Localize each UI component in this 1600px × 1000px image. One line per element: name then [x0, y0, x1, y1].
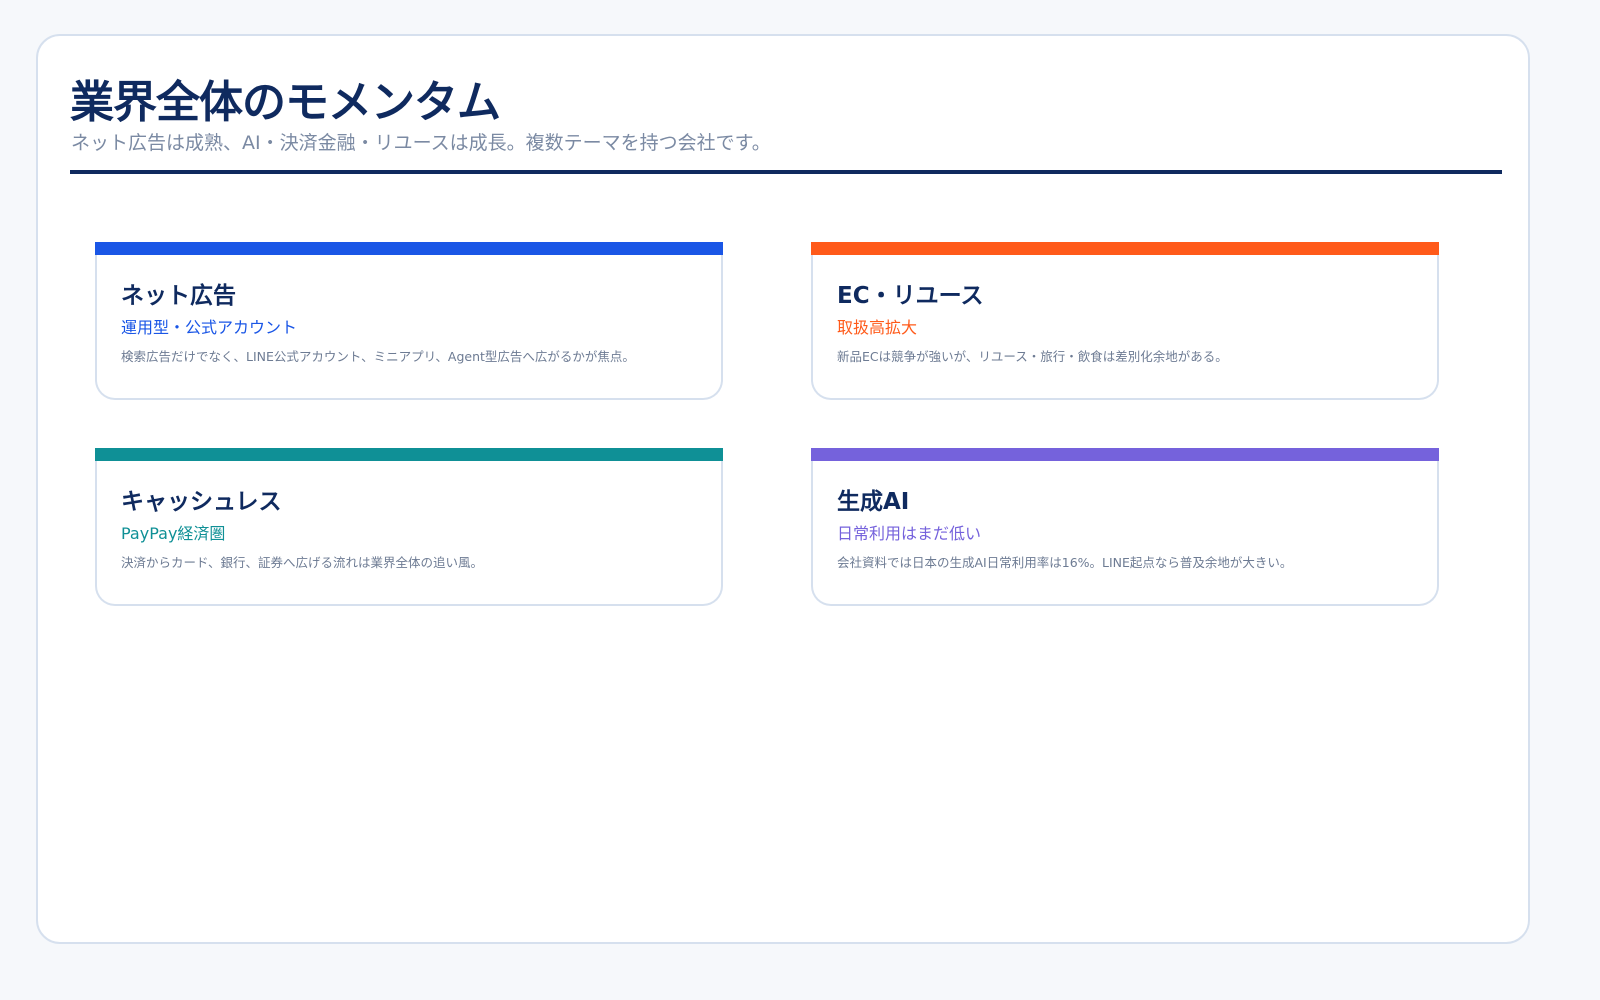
page-subtitle: ネット広告は成熟、AI・決済金融・リユースは成長。複数テーマを持つ会社です。	[71, 132, 771, 154]
card-accent-bar	[95, 242, 723, 255]
card-tag: 運用型・公式アカウント	[121, 318, 298, 337]
card-accent-bar	[811, 242, 1439, 255]
card-cashless: キャッシュレス PayPay経済圏 決済からカード、銀行、証券へ広げる流れは業界…	[95, 448, 723, 606]
card-description: 会社資料では日本の生成AI日常利用率は16%。LINE起点なら普及余地が大きい。	[837, 555, 1293, 570]
card-generative-ai: 生成AI 日常利用はまだ低い 会社資料では日本の生成AI日常利用率は16%。LI…	[811, 448, 1439, 606]
card-title: EC・リユース	[837, 283, 984, 309]
card-ec-reuse: EC・リユース 取扱高拡大 新品ECは競争が強いが、リユース・旅行・飲食は差別化…	[811, 242, 1439, 400]
card-title: ネット広告	[121, 283, 236, 309]
card-description: 決済からカード、銀行、証券へ広げる流れは業界全体の追い風。	[121, 555, 484, 570]
card-accent-bar	[95, 448, 723, 461]
card-accent-bar	[811, 448, 1439, 461]
slide-panel: 業界全体のモメンタム ネット広告は成熟、AI・決済金融・リユースは成長。複数テー…	[36, 34, 1530, 944]
card-tag: 取扱高拡大	[837, 318, 918, 337]
title-divider	[70, 170, 1502, 174]
card-net-advertising: ネット広告 運用型・公式アカウント 検索広告だけでなく、LINE公式アカウント、…	[95, 242, 723, 400]
card-title: 生成AI	[837, 489, 910, 515]
card-title: キャッシュレス	[121, 489, 282, 515]
page-title: 業界全体のモメンタム	[70, 77, 501, 128]
card-tag: 日常利用はまだ低い	[837, 524, 982, 543]
card-tag: PayPay経済圏	[121, 524, 226, 543]
card-description: 新品ECは競争が強いが、リユース・旅行・飲食は差別化余地がある。	[837, 349, 1228, 364]
card-description: 検索広告だけでなく、LINE公式アカウント、ミニアプリ、Agent型広告へ広がる…	[121, 349, 635, 364]
